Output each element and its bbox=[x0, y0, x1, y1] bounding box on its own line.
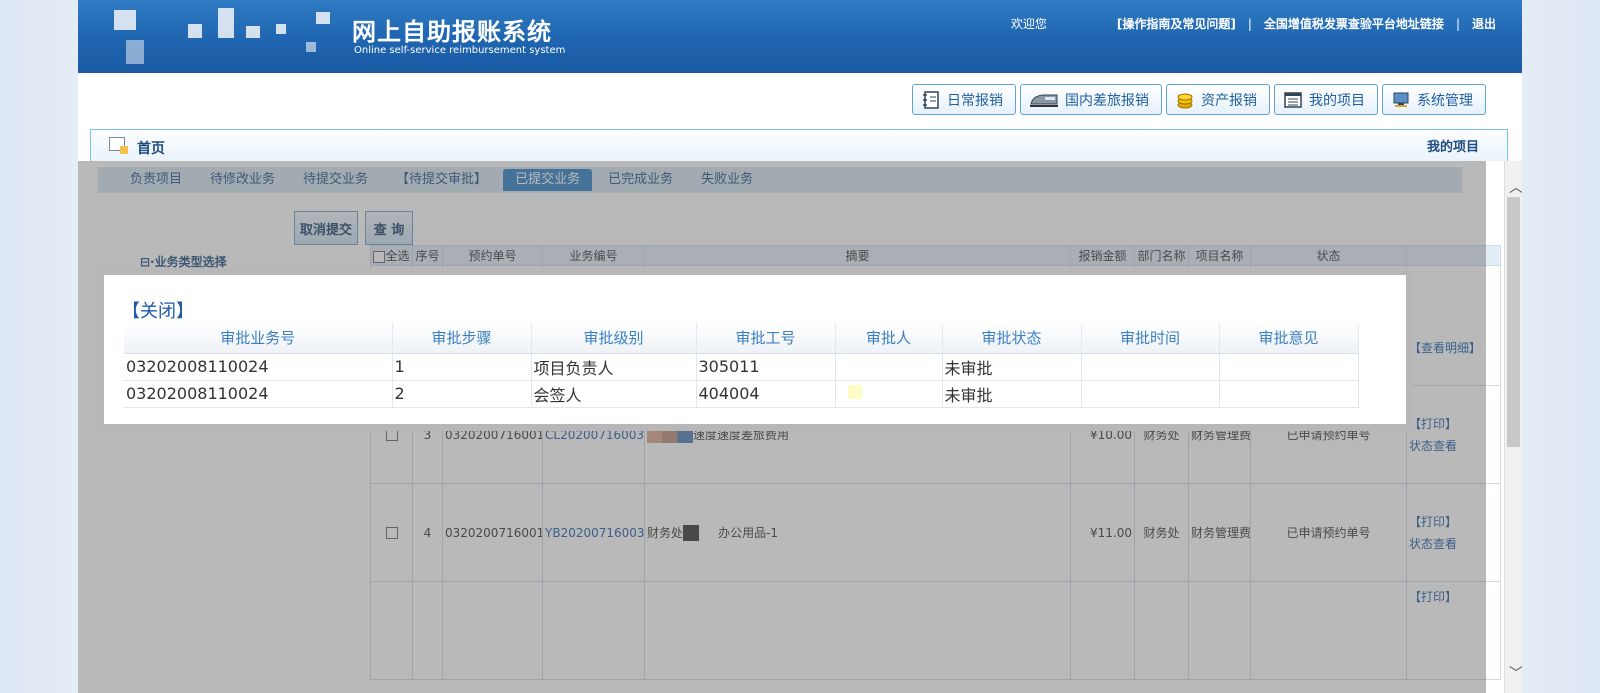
scroll-thumb[interactable] bbox=[1507, 197, 1520, 447]
redacted-block bbox=[847, 385, 862, 399]
module-my-projects-button[interactable]: 我的项目 bbox=[1274, 84, 1378, 115]
close-button[interactable]: 【关闭】 bbox=[122, 297, 194, 323]
welcome-text: 欢迎您 bbox=[1010, 17, 1047, 31]
module-label: 资产报销 bbox=[1201, 92, 1257, 109]
logo bbox=[96, 6, 336, 68]
guide-link[interactable]: [操作指南及常见问题] bbox=[1117, 15, 1236, 32]
chevron-down-icon[interactable]: ﹀ bbox=[1509, 663, 1522, 683]
module-asset-reimburse-button[interactable]: 资产报销 bbox=[1166, 84, 1270, 115]
system-title: 网上自助报账系统 bbox=[352, 18, 552, 46]
home-page-icon bbox=[109, 137, 128, 154]
header: 网上自助报账系统 Online self-service reimburseme… bbox=[78, 0, 1522, 73]
col-approval-biz-no: 审批业务号 bbox=[124, 323, 393, 354]
col-approval-comment: 审批意见 bbox=[1219, 323, 1359, 354]
approval-table: 审批业务号 审批步骤 审批级别 审批工号 审批人 审批状态 审批时间 审批意见 … bbox=[124, 323, 1359, 408]
col-approval-level: 审批级别 bbox=[531, 323, 697, 354]
breadcrumb: 首页 我的项目 bbox=[90, 129, 1508, 161]
chevron-up-icon[interactable]: ︿ bbox=[1509, 177, 1522, 197]
system-subtitle: Online self-service reimbursement system bbox=[354, 45, 566, 56]
breadcrumb-current: 我的项目 bbox=[1426, 140, 1479, 155]
page: 网上自助报账系统 Online self-service reimburseme… bbox=[78, 0, 1522, 693]
top-links: 欢迎您 [操作指南及常见问题] | 全国增值税发票查验平台地址链接 | 退出 bbox=[1010, 15, 1496, 32]
module-label: 日常报销 bbox=[947, 92, 1003, 109]
col-approval-time: 审批时间 bbox=[1081, 323, 1220, 354]
computer-icon bbox=[1393, 92, 1409, 107]
module-buttons: 日常报销 国内差旅报销 资产报销 我的项目 系统管理 bbox=[912, 84, 1486, 115]
module-system-admin-button[interactable]: 系统管理 bbox=[1382, 84, 1486, 115]
col-approval-step: 审批步骤 bbox=[392, 323, 532, 354]
module-label: 我的项目 bbox=[1309, 92, 1365, 109]
col-approval-staff-id: 审批工号 bbox=[696, 323, 836, 354]
notebook-icon bbox=[923, 90, 939, 109]
col-approver: 审批人 bbox=[835, 323, 943, 354]
train-icon bbox=[1030, 94, 1058, 107]
logout-link[interactable]: 退出 bbox=[1472, 15, 1496, 32]
module-travel-reimburse-button[interactable]: 国内差旅报销 bbox=[1020, 84, 1162, 115]
coins-icon bbox=[1177, 93, 1193, 108]
vertical-scrollbar[interactable]: ︿ ﹀ bbox=[1504, 161, 1522, 693]
module-label: 国内差旅报销 bbox=[1065, 92, 1149, 109]
list-window-icon bbox=[1284, 91, 1302, 108]
module-daily-reimburse-button[interactable]: 日常报销 bbox=[912, 84, 1016, 115]
breadcrumb-home[interactable]: 首页 bbox=[137, 138, 165, 158]
approval-modal: 【关闭】 审批业务号 审批步骤 审批级别 审批工号 审批人 审批状态 审批时间 … bbox=[97, 268, 1413, 431]
approval-header-row: 审批业务号 审批步骤 审批级别 审批工号 审批人 审批状态 审批时间 审批意见 bbox=[124, 323, 1359, 354]
table-row: 03202008110024 2 会签人 404004 未审批 bbox=[124, 380, 1359, 408]
table-row: 03202008110024 1 项目负责人 305011 未审批 bbox=[124, 353, 1359, 381]
col-approval-status: 审批状态 bbox=[942, 323, 1082, 354]
invoice-check-link[interactable]: 全国增值税发票查验平台地址链接 bbox=[1264, 15, 1444, 32]
module-label: 系统管理 bbox=[1417, 92, 1473, 109]
